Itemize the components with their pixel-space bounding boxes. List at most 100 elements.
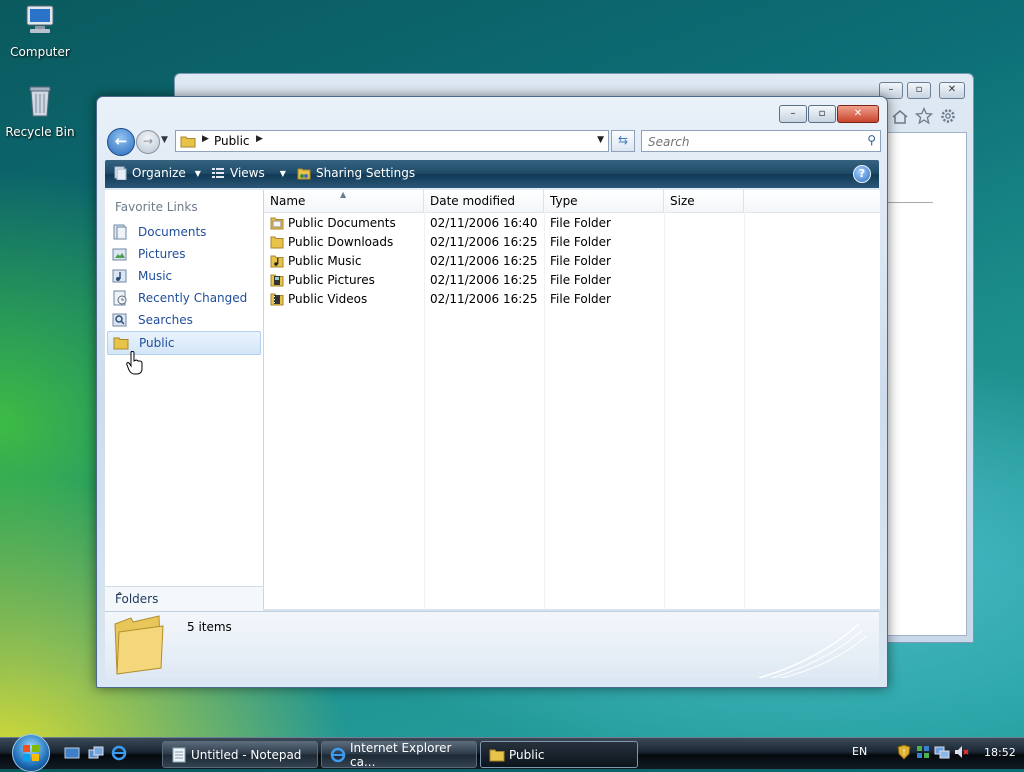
organize-label: Organize (132, 166, 186, 180)
desktop-icon-computer[interactable]: Computer (0, 4, 80, 59)
nav-item-recently-changed[interactable]: Recently Changed (107, 287, 261, 309)
taskbar: Untitled - Notepad Internet Explorer ca.… (0, 734, 1024, 772)
documents-icon (113, 224, 127, 240)
folders-toggle[interactable]: Folders ⌃ (105, 586, 263, 611)
maximize-button[interactable]: ▫ (808, 105, 836, 123)
table-row[interactable]: Public Music 02/11/2006 16:25 File Folde… (264, 252, 880, 271)
desktop-icon-label: Computer (10, 45, 70, 59)
folder-icon (114, 615, 164, 675)
file-date: 02/11/2006 16:25 (430, 292, 538, 306)
column-header-name[interactable]: ▲ Name (264, 190, 424, 212)
sharing-icon (297, 168, 311, 180)
sharing-settings-button[interactable]: Sharing Settings (297, 166, 415, 180)
file-type: File Folder (550, 254, 611, 268)
organize-icon (114, 166, 127, 180)
recent-pages-dropdown[interactable]: ▼ (161, 135, 168, 145)
clock[interactable]: 18:52 (984, 746, 1016, 759)
address-dropdown-icon[interactable]: ▼ (597, 135, 604, 145)
file-type: File Folder (550, 292, 611, 306)
details-pane: 5 items (105, 611, 879, 678)
show-desktop-icon[interactable] (64, 745, 80, 761)
column-header-label: Name (270, 194, 306, 208)
help-icon[interactable]: ? (853, 165, 871, 183)
nav-item-documents[interactable]: Documents (107, 221, 261, 243)
sharing-settings-label: Sharing Settings (316, 166, 416, 180)
chevron-down-icon: ▼ (194, 168, 201, 178)
table-row[interactable]: Public Pictures 02/11/2006 16:25 File Fo… (264, 271, 880, 290)
forward-button[interactable]: → (136, 130, 160, 154)
search-input[interactable] (646, 133, 860, 150)
close-button[interactable]: ✕ (939, 82, 965, 99)
address-bar[interactable]: ▶ Public ▶ ▼ (175, 130, 609, 152)
organize-button[interactable]: Organize ▼ (113, 166, 201, 180)
internet-explorer-icon[interactable] (111, 745, 127, 761)
pictures-icon (112, 248, 127, 261)
breadcrumb-arrow-icon[interactable]: ▶ (202, 134, 209, 144)
gear-icon[interactable] (939, 107, 957, 125)
item-count: 5 items (187, 620, 232, 634)
search-icon[interactable]: ⚲ (867, 133, 876, 147)
refresh-button[interactable]: ⇆ (611, 130, 635, 152)
music-folder-icon (270, 255, 284, 268)
column-header-date-modified[interactable]: Date modified (424, 190, 544, 212)
file-date: 02/11/2006 16:25 (430, 254, 538, 268)
file-name-cell: Public Pictures (270, 273, 375, 287)
search-box: ⚲ (641, 130, 881, 152)
nav-item-label: Pictures (138, 247, 186, 261)
computer-icon (26, 5, 54, 33)
file-list: ▲ Name Date modified Type Size Public Do… (264, 190, 880, 609)
folder-icon (180, 136, 196, 148)
home-icon[interactable] (891, 108, 909, 126)
start-button[interactable] (12, 734, 50, 772)
network-icon[interactable] (934, 744, 950, 760)
file-type: File Folder (550, 216, 611, 230)
favorite-links-title: Favorite Links (115, 200, 198, 214)
switch-windows-icon[interactable] (88, 745, 104, 761)
column-header-label: Date modified (430, 194, 516, 208)
file-name-cell: Public Documents (270, 216, 396, 230)
music-icon (112, 269, 127, 283)
back-button[interactable]: ← (107, 128, 135, 156)
file-name: Public Downloads (288, 235, 394, 249)
task-public[interactable]: Public (480, 741, 638, 768)
nav-item-label: Searches (138, 313, 193, 327)
column-header-size[interactable]: Size (664, 190, 744, 212)
system-tray: ! (896, 744, 969, 760)
file-type: File Folder (550, 273, 611, 287)
column-header-type[interactable]: Type (544, 190, 664, 212)
breadcrumb-arrow-icon[interactable]: ▶ (256, 134, 263, 144)
chevron-down-icon: ▼ (279, 168, 286, 178)
nav-item-pictures[interactable]: Pictures (107, 243, 261, 265)
file-name-cell: Public Music (270, 254, 361, 268)
task-notepad[interactable]: Untitled - Notepad (162, 741, 318, 768)
task-label: Public (509, 747, 545, 762)
volume-muted-icon[interactable] (953, 744, 969, 760)
pictures-folder-icon (270, 274, 284, 287)
table-row[interactable]: Public Videos 02/11/2006 16:25 File Fold… (264, 290, 880, 309)
file-date: 02/11/2006 16:25 (430, 235, 538, 249)
table-row[interactable]: Public Documents 02/11/2006 16:40 File F… (264, 214, 880, 233)
svg-text:!: ! (902, 748, 905, 757)
chevron-up-icon[interactable]: ⌃ (115, 590, 255, 603)
security-shield-icon[interactable]: ! (896, 744, 912, 760)
close-button[interactable]: ✕ (837, 105, 879, 123)
breadcrumb-public[interactable]: Public (214, 134, 250, 148)
column-header-label: Size (670, 194, 695, 208)
table-row[interactable]: Public Downloads 02/11/2006 16:25 File F… (264, 233, 880, 252)
folder-icon (113, 337, 129, 350)
explorer-window[interactable]: – ▫ ✕ ← → ▼ ▶ Public ▶ ▼ ⇆ ⚲ Organize (96, 96, 888, 688)
maximize-button[interactable]: ▫ (907, 82, 931, 99)
nav-item-music[interactable]: Music (107, 265, 261, 287)
nav-item-searches[interactable]: Searches (107, 309, 261, 331)
hand-cursor-icon (126, 351, 143, 375)
minimize-button[interactable]: – (779, 105, 807, 123)
favorites-star-icon[interactable] (915, 107, 933, 125)
task-internet-explorer[interactable]: Internet Explorer ca... (321, 741, 477, 768)
views-button[interactable]: Views ▼ (211, 166, 286, 180)
recently-changed-icon (113, 290, 127, 306)
sidebar-icon[interactable] (915, 744, 931, 760)
nav-item-label: Public (139, 336, 175, 350)
desktop-icon-recycle-bin[interactable]: Recycle Bin (0, 84, 80, 139)
navigation-pane: Favorite Links Documents Pictures Music (105, 190, 264, 609)
language-indicator[interactable]: EN (852, 745, 867, 758)
